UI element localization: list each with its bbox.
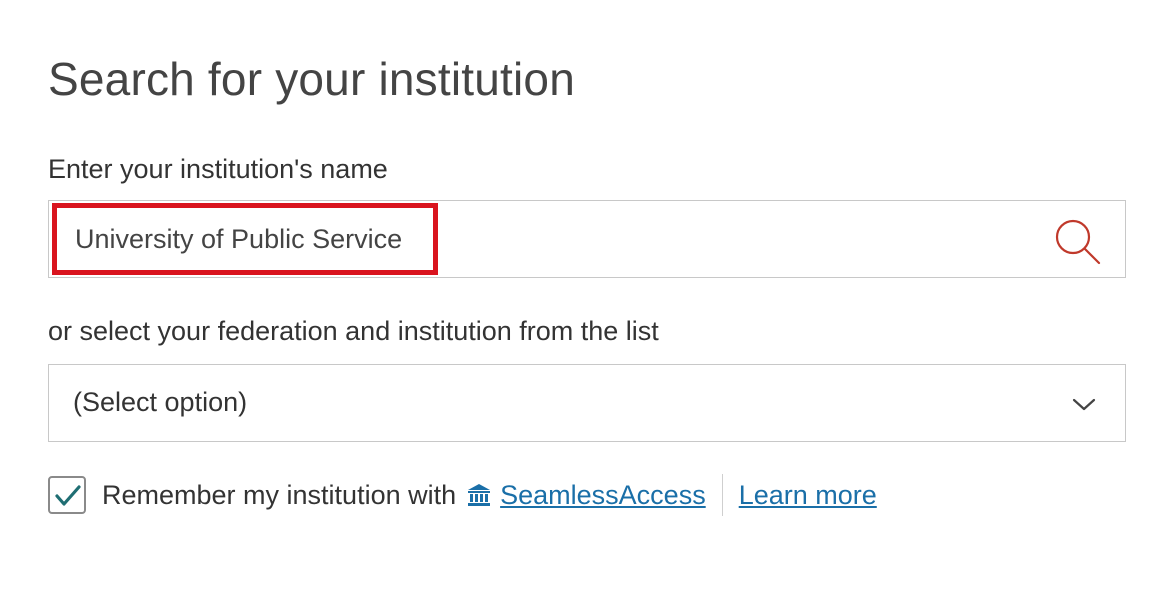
federation-select-label: or select your federation and institutio…	[48, 316, 659, 346]
seamlessaccess-link[interactable]: SeamlessAccess	[500, 480, 706, 511]
institution-search-page: Search for your institution Enter your i…	[0, 0, 1170, 591]
learn-more-link[interactable]: Learn more	[739, 480, 877, 511]
institution-search-input[interactable]	[75, 201, 975, 277]
page-title: Search for your institution	[48, 53, 575, 105]
remember-institution-row: Remember my institution with SeamlessAcc…	[48, 474, 877, 516]
checkmark-icon	[55, 485, 81, 506]
search-icon	[1055, 219, 1101, 265]
search-button[interactable]	[1053, 217, 1101, 265]
institution-name-label: Enter your institution's name	[48, 154, 388, 184]
federation-select-value: (Select option)	[73, 387, 248, 417]
divider	[721, 474, 723, 516]
remember-checkbox[interactable]	[48, 476, 86, 514]
remember-text: Remember my institution with	[102, 479, 457, 510]
federation-select[interactable]: (Select option)	[48, 364, 1126, 442]
institution-icon	[468, 484, 491, 506]
institution-search-field	[48, 200, 1126, 278]
chevron-down-icon	[1072, 398, 1096, 411]
